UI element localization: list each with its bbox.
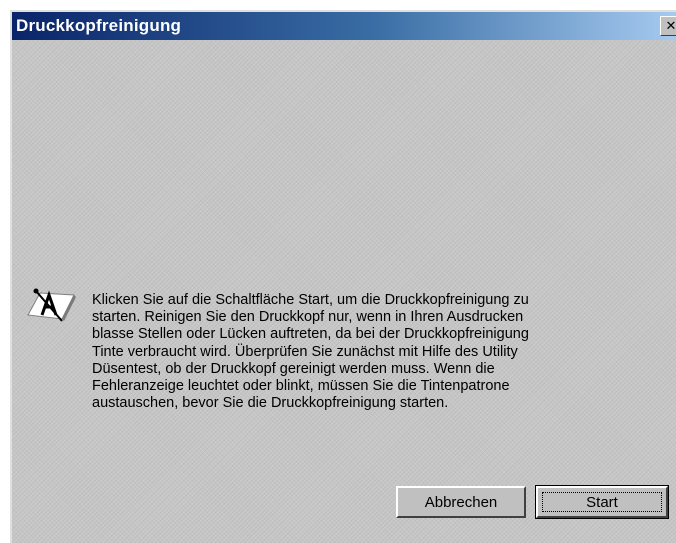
start-button[interactable]: Start	[535, 485, 669, 519]
focus-ring	[542, 492, 662, 512]
close-icon: ✕	[665, 18, 676, 34]
window-title: Druckkopfreinigung	[16, 16, 182, 35]
cancel-button[interactable]: Abbrechen	[396, 486, 526, 518]
dialog-content: Klicken Sie auf die Schaltfläche Start, …	[12, 40, 676, 543]
title-bar[interactable]: Druckkopfreinigung ✕	[12, 12, 676, 40]
cancel-button-label: Abbrechen	[424, 493, 498, 511]
message-text: Klicken Sie auf die Schaltfläche Start, …	[92, 292, 529, 412]
dialog-window: Druckkopfreinigung ✕ Klicken Sie auf die…	[10, 10, 676, 543]
close-button[interactable]: ✕	[660, 16, 676, 36]
info-icon	[27, 288, 76, 322]
